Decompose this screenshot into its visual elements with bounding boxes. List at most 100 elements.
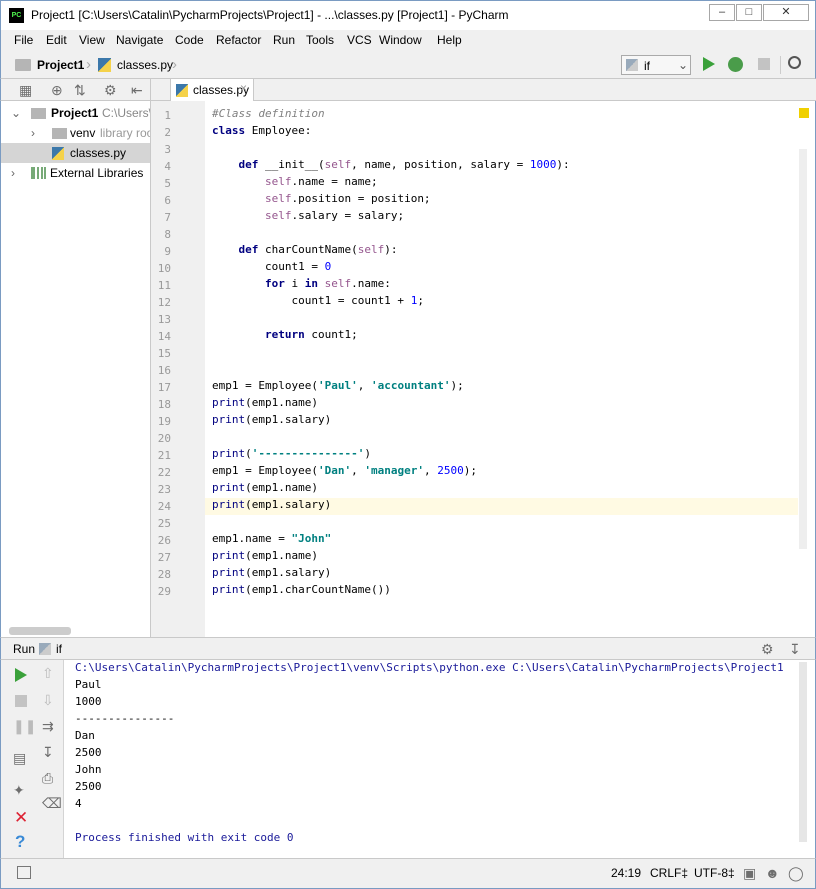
scrollbar-thumb[interactable] [799, 149, 807, 549]
code-line[interactable]: print(emp1.salary) [212, 566, 798, 583]
folder-icon [52, 128, 67, 139]
code-line[interactable]: emp1.name = "John" [212, 532, 798, 549]
menu-refactor[interactable]: Refactor [216, 33, 261, 47]
code-line[interactable] [212, 362, 798, 379]
code-line[interactable]: count1 = 0 [212, 260, 798, 277]
code-line[interactable] [212, 226, 798, 243]
layout-icon[interactable]: ▤ [13, 750, 26, 766]
target-icon[interactable]: ⊕ [51, 82, 63, 98]
python-file-icon [52, 147, 64, 160]
menu-window[interactable]: Window [379, 33, 422, 47]
stop-icon[interactable] [15, 695, 27, 707]
code-line[interactable]: count1 = count1 + 1; [212, 294, 798, 311]
code-line[interactable]: return count1; [212, 328, 798, 345]
tree-item-project[interactable]: ⌄ Project1 C:\Users\ [1, 103, 151, 123]
rerun-icon[interactable] [15, 668, 27, 682]
code-line[interactable]: emp1 = Employee('Paul', 'accountant'); [212, 379, 798, 396]
line-number: 20 [157, 432, 171, 445]
lock-icon[interactable]: ▣ [743, 865, 756, 881]
code-line[interactable]: def __init__(self, name, position, salar… [212, 158, 798, 175]
gear-icon[interactable]: ⚙ [761, 641, 774, 657]
collapse-icon[interactable]: ⇅ [74, 82, 86, 98]
breadcrumb-project[interactable]: Project1 [37, 58, 84, 72]
gear-icon[interactable]: ⚙ [104, 82, 117, 98]
code-line[interactable]: print(emp1.charCountName()) [212, 583, 798, 600]
pause-icon[interactable]: ❚❚ [13, 718, 36, 734]
arrow-down-icon[interactable]: ⇩ [42, 692, 54, 708]
code-line[interactable]: class Employee: [212, 124, 798, 141]
inspector-icon[interactable]: ☻ [765, 865, 780, 881]
line-number: 7 [164, 211, 171, 224]
run-config-select[interactable]: if ⌄ [621, 55, 691, 75]
code-line[interactable] [212, 311, 798, 328]
close-tab-icon[interactable]: × [240, 81, 247, 95]
code-line[interactable]: print(emp1.salary) [212, 413, 798, 430]
hide-panel-icon[interactable]: ↧ [789, 641, 801, 657]
tab-classes-py[interactable]: classes.py × [170, 79, 254, 102]
menu-code[interactable]: Code [175, 33, 204, 47]
close-button[interactable]: ✕ [763, 4, 809, 21]
code-line[interactable]: print(emp1.salary) [205, 498, 798, 515]
menu-vcs[interactable]: VCS [347, 33, 372, 47]
view-mode-icon[interactable]: ▦ [19, 82, 32, 98]
minimize-button[interactable]: – [709, 4, 735, 21]
tool-windows-icon[interactable] [17, 866, 31, 879]
pin-icon[interactable]: ✦ [13, 782, 25, 798]
code-line[interactable] [212, 430, 798, 447]
code-line[interactable]: print(emp1.name) [212, 549, 798, 566]
code-line[interactable]: self.position = position; [212, 192, 798, 209]
menu-file[interactable]: File [14, 33, 33, 47]
code-line[interactable]: self.salary = salary; [212, 209, 798, 226]
maximize-button[interactable]: □ [736, 4, 762, 21]
code-line[interactable] [212, 345, 798, 362]
search-icon[interactable] [788, 56, 801, 69]
code-line[interactable] [212, 141, 798, 158]
code-line[interactable]: print(emp1.name) [212, 396, 798, 413]
tree-item-classes-py[interactable]: classes.py [1, 143, 151, 163]
hide-icon[interactable]: ⇤ [131, 82, 143, 98]
code-line[interactable]: def charCountName(self): [212, 243, 798, 260]
scroll-to-end-icon[interactable]: ↧ [42, 744, 54, 760]
tree-item-venv[interactable]: › venv library roo [1, 123, 151, 143]
event-log-icon[interactable]: ◯ [788, 865, 804, 881]
menu-help[interactable]: Help [437, 33, 462, 47]
line-separator[interactable]: CRLF‡ [650, 866, 688, 880]
menu-edit[interactable]: Edit [46, 33, 67, 47]
line-number: 10 [157, 262, 171, 275]
menu-run[interactable]: Run [273, 33, 295, 47]
arrow-up-icon[interactable]: ⇧ [42, 665, 54, 681]
line-number: 24 [157, 500, 171, 513]
tree-file-label: classes.py [70, 146, 127, 160]
tree-item-external-libraries[interactable]: › External Libraries [1, 163, 151, 183]
menu-view[interactable]: View [79, 33, 105, 47]
code-line[interactable]: emp1 = Employee('Dan', 'manager', 2500); [212, 464, 798, 481]
code-line[interactable]: print(emp1.name) [212, 481, 798, 498]
run-console[interactable]: C:\Users\Catalin\PycharmProjects\Project… [64, 660, 798, 858]
trash-icon[interactable]: ⌫ [42, 795, 62, 811]
code-line[interactable]: #Class definition [212, 107, 798, 124]
close-icon[interactable]: ✕ [14, 808, 28, 828]
caret-position[interactable]: 24:19 [611, 866, 641, 880]
editor-scrollbar[interactable] [798, 101, 816, 637]
code-line[interactable]: self.name = name; [212, 175, 798, 192]
stop-icon[interactable] [758, 58, 770, 70]
breadcrumb-file[interactable]: classes.py [117, 58, 173, 72]
file-encoding[interactable]: UTF-8‡ [694, 866, 735, 880]
run-icon[interactable] [703, 57, 715, 71]
help-icon[interactable]: ? [15, 832, 25, 852]
code-line[interactable]: for i in self.name: [212, 277, 798, 294]
menu-navigate[interactable]: Navigate [116, 33, 163, 47]
console-scrollbar[interactable] [798, 660, 816, 858]
code-line[interactable] [212, 515, 798, 532]
soft-wrap-icon[interactable]: ⇉ [42, 718, 54, 734]
debug-icon[interactable] [728, 57, 743, 72]
line-number: 23 [157, 483, 171, 496]
scrollbar-thumb[interactable] [799, 662, 807, 842]
horizontal-scrollbar[interactable] [9, 627, 71, 635]
code-editor[interactable]: #Class definition class Employee: def __i… [205, 101, 798, 637]
navigation-bar: Project1 › classes.py › if ⌄ [0, 52, 816, 79]
print-icon[interactable]: ⎙ [42, 770, 53, 786]
code-line[interactable]: print('---------------') [212, 447, 798, 464]
library-icon [31, 167, 46, 179]
menu-tools[interactable]: Tools [306, 33, 334, 47]
